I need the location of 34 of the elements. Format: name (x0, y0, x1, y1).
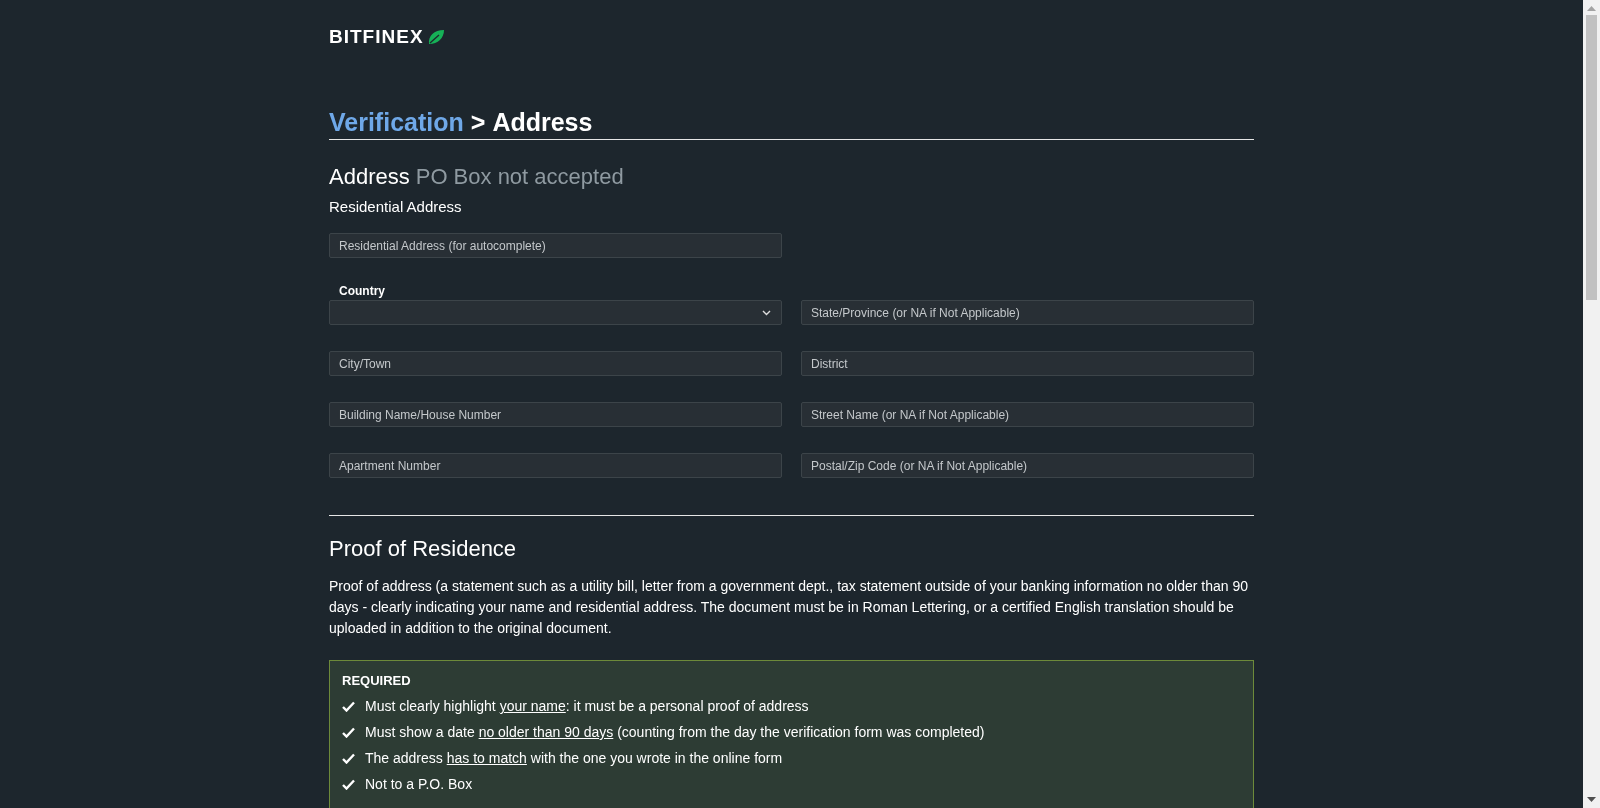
check-icon (342, 726, 355, 738)
requirement-text: Not to a P.O. Box (365, 776, 473, 792)
text-field[interactable]: Postal/Zip Code (or NA if Not Applicable) (801, 453, 1254, 478)
text-field[interactable]: Building Name/House Number (329, 402, 782, 427)
field-label: Country (339, 284, 386, 298)
requirement-text: Must show a date no older than 90 days (counting from the day the verification form was completed) (365, 724, 985, 740)
scroll-down-icon[interactable] (1587, 797, 1596, 802)
section-note: PO Box not accepted (415, 164, 624, 190)
text-field[interactable]: State/Province (or NA if Not Applicable) (801, 300, 1254, 325)
requirement-text: The address has to match with the one you wrote in the online form (365, 750, 783, 766)
text-field[interactable]: Street Name (or NA if Not Applicable) (801, 402, 1254, 427)
check-icon (342, 778, 355, 790)
text-field[interactable]: Residential Address (for autocomplete) (329, 233, 782, 258)
section-title: Address (329, 164, 410, 190)
section-title: Proof of Residence (329, 536, 518, 562)
description-text: Proof of address (a statement such as a utility bill, letter from a government dept., tax statement outside of your banking information no older than 90 days - clearly indicating your name and residential address. The document must be in Roman Lettering, or a certified English translation should be uploaded in addition to the original document. (329, 577, 1250, 638)
section-subtitle: Residential Address (329, 198, 463, 215)
text-field[interactable]: Apartment Number (329, 453, 782, 478)
page-title: Address (492, 108, 593, 137)
breadcrumb-separator: > (470, 108, 486, 137)
chevron-down-icon (762, 309, 771, 316)
breadcrumb-link[interactable]: Verification (329, 108, 464, 137)
leaf-icon (426, 29, 445, 45)
requirement-text: Must clearly highlight your name: it must be a personal proof of address (365, 698, 809, 714)
scrollbar[interactable] (1583, 0, 1600, 808)
scroll-up-icon[interactable] (1587, 6, 1596, 11)
check-icon (342, 752, 355, 764)
panel-title: REQUIRED (342, 673, 412, 688)
text-field[interactable]: District (801, 351, 1254, 376)
select-field[interactable] (329, 300, 782, 325)
logo-text: BITFINEX (329, 26, 424, 48)
check-icon (342, 700, 355, 712)
scrollbar-thumb[interactable] (1586, 15, 1597, 300)
text-field[interactable]: City/Town (329, 351, 782, 376)
